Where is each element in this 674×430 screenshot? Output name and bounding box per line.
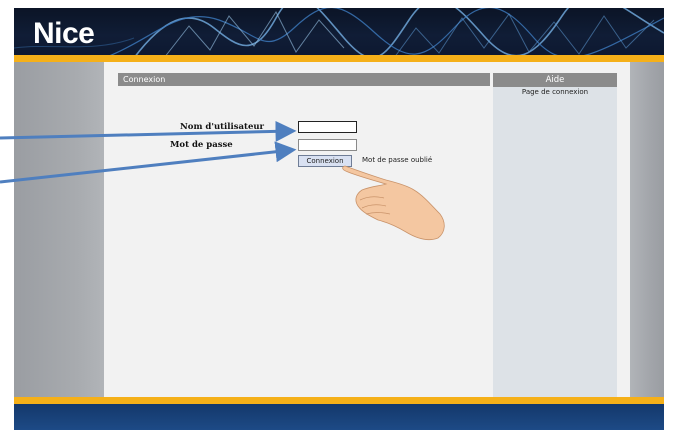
header-accent-band (14, 55, 664, 62)
forgot-password-link[interactable]: Mot de passe oublié (362, 156, 432, 164)
username-input[interactable] (298, 121, 357, 133)
section-title: Connexion (118, 73, 490, 86)
header-wave-pattern (14, 8, 664, 58)
help-title: Aide (493, 73, 617, 87)
connexion-button[interactable]: Connexion (298, 155, 352, 167)
screen: Nice Connexion Nom d'utilisateur Mot de … (0, 0, 674, 430)
password-label: Mot de passe (170, 140, 233, 150)
content-panel: Connexion Nom d'utilisateur Mot de passe… (104, 62, 630, 397)
footer-accent-band (14, 397, 664, 404)
username-label: Nom d'utilisateur (180, 122, 265, 132)
help-text: Page de connexion (521, 88, 589, 96)
help-panel: Aide Page de connexion (493, 73, 617, 397)
site-header: Nice (14, 8, 664, 58)
right-margin (630, 62, 664, 397)
password-input[interactable] (298, 139, 357, 151)
page-body: Connexion Nom d'utilisateur Mot de passe… (14, 62, 664, 397)
left-margin (14, 62, 104, 397)
site-footer (14, 404, 664, 430)
nice-logo: Nice (33, 17, 95, 50)
